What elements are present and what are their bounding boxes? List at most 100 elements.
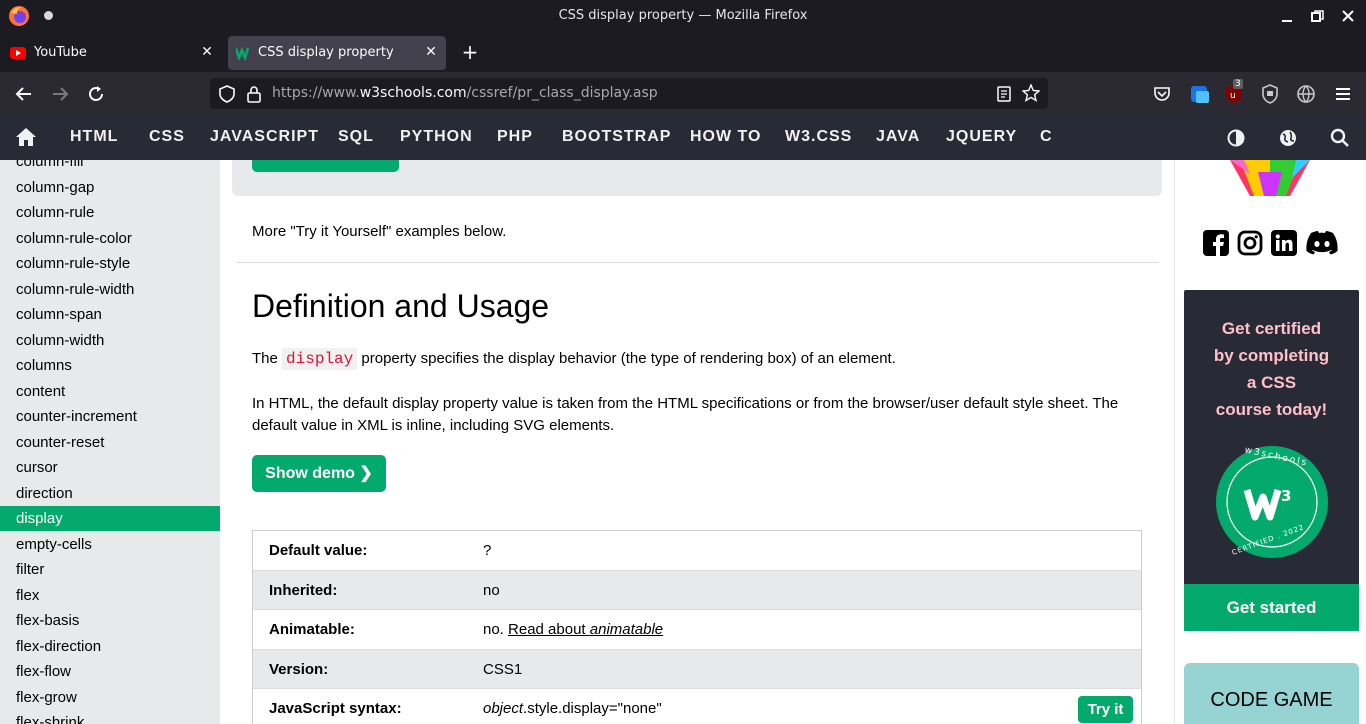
url-domain: w3schools.com [359,85,467,101]
table-key: JavaScript syntax: [269,700,402,717]
bookmark-star-icon[interactable] [1022,84,1040,102]
sidebar-item-column-gap[interactable]: column-gap [0,175,220,200]
sidebar-item-counter-increment[interactable]: counter-increment [0,404,220,429]
table-value: CSS1 [483,660,523,678]
sidebar-item-display[interactable]: display [0,506,220,531]
menu-icon[interactable] [1333,84,1353,104]
close-tab-icon[interactable]: ✕ [200,45,214,59]
sidebar-item-filter[interactable]: filter [0,557,220,582]
sidebar-item-column-rule-width[interactable]: column-rule-width [0,277,220,302]
cert-line: a CSS [1246,373,1297,392]
ublock-icon[interactable]: u 3 [1224,79,1244,104]
sidebar-item-column-rule[interactable]: column-rule [0,200,220,225]
sidebar-item-flex-shrink[interactable]: flex-shrink [0,710,220,724]
sidebar-item-flex[interactable]: flex [0,583,220,608]
pocket-icon[interactable] [1152,84,1172,104]
nav-javascript[interactable]: JAVASCRIPT [210,128,319,146]
privacy-badger-icon[interactable] [1260,84,1280,104]
sidebar-item-empty-cells[interactable]: empty-cells [0,532,220,557]
definition-paragraph: The display property specifies the displ… [252,348,896,370]
home-icon[interactable] [15,127,37,147]
globe-icon[interactable] [1279,129,1297,147]
new-tab-button[interactable]: + [460,42,480,62]
search-icon[interactable] [1330,128,1350,148]
nav-jquery[interactable]: JQUERY [946,128,1017,146]
right-panel: Get certified by completing a CSS course… [1174,160,1366,724]
instagram-icon[interactable] [1237,230,1263,256]
restore-icon[interactable] [1309,8,1325,24]
example-box [232,160,1162,196]
window-title: CSS display property — Mozilla Firefox [558,8,808,23]
table-key: Version: [269,660,329,678]
url-text[interactable]: https://www.w3schools.com/cssref/pr_clas… [272,85,658,101]
sidebar-item-column-rule-style[interactable]: column-rule-style [0,251,220,276]
nav-how-to[interactable]: HOW TO [690,128,761,146]
close-window-icon[interactable] [1340,8,1356,24]
nav-sql[interactable]: SQL [338,128,374,146]
close-tab-icon[interactable]: ✕ [424,45,438,59]
nav-bootstrap[interactable]: BOOTSTRAP [562,128,671,146]
translate-extension-icon[interactable] [1190,84,1210,104]
sidebar-item-flex-grow[interactable]: flex-grow [0,685,220,710]
window-titlebar: CSS display property — Mozilla Firefox [0,0,1366,32]
url-bar[interactable]: https://www.w3schools.com/cssref/pr_clas… [210,78,1048,109]
table-value: no. Read about animatable [483,621,663,638]
divider [236,262,1158,263]
js-object: object [483,700,524,717]
sidebar-item-flex-basis[interactable]: flex-basis [0,608,220,633]
globe-extension-icon[interactable] [1296,84,1316,104]
nav-python[interactable]: PYTHON [400,128,473,146]
forward-button[interactable] [50,84,70,104]
property-table: Default value: ? Inherited: no Animatabl… [252,530,1142,724]
nav-php[interactable]: PHP [497,128,533,146]
dark-mode-icon[interactable] [1227,129,1245,147]
tab-youtube[interactable]: YouTube ✕ [4,36,222,70]
lock-icon[interactable] [246,85,262,103]
back-button[interactable] [14,84,34,104]
sidebar-item-direction[interactable]: direction [0,481,220,506]
cert-line: by completing [1213,346,1330,365]
default-paragraph: In HTML, the default display property va… [252,395,1119,434]
sidebar-item-flex-direction[interactable]: flex-direction [0,634,220,659]
animatable-link[interactable]: Read about animatable [508,621,663,638]
nav-w3css[interactable]: W3.CSS [785,128,852,146]
sidebar-item-columns[interactable]: columns [0,353,220,378]
cert-line: course today! [1215,400,1328,419]
sidebar-item-counter-reset[interactable]: counter-reset [0,430,220,455]
nav-css[interactable]: CSS [149,128,185,146]
certification-ad[interactable]: Get certified by completing a CSS course… [1184,290,1359,631]
reader-view-icon[interactable] [996,85,1012,103]
try-it-button[interactable]: Try it [1078,696,1133,723]
url-path: /cssref/pr_class_display.asp [466,85,658,101]
color-picker-icon[interactable] [1230,160,1310,198]
sidebar-item-cursor[interactable]: cursor [0,455,220,480]
sidebar-item-column-rule-color[interactable]: column-rule-color [0,226,220,251]
svg-text:3: 3 [1281,487,1291,505]
nav-c[interactable]: C [1040,128,1053,146]
tab-css-display[interactable]: CSS display property ✕ [228,36,446,70]
sidebar-item-column-span[interactable]: column-span [0,302,220,327]
tab-label: CSS display property [258,45,394,60]
p1-text: The [252,350,283,367]
shield-icon[interactable] [218,85,236,103]
sidebar: column-fill column-gap column-rule colum… [0,160,220,724]
discord-icon[interactable] [1304,230,1340,256]
code-game-ad[interactable]: CODE GAME [1184,663,1359,724]
linkedin-icon[interactable] [1271,230,1297,256]
sidebar-item-column-width[interactable]: column-width [0,328,220,353]
facebook-icon[interactable] [1203,230,1229,256]
sidebar-item-column-fill[interactable]: column-fill [0,160,220,174]
reload-button[interactable] [86,84,106,104]
try-it-yourself-button[interactable] [252,160,399,172]
table-row: Inherited: no [253,570,1141,610]
js-rest: .style.display="none" [523,700,662,717]
table-row: Default value: ? [253,531,1141,571]
show-demo-button[interactable]: Show demo ❯ [252,455,386,492]
nav-html[interactable]: HTML [70,128,118,146]
minimize-icon[interactable] [1279,8,1295,24]
nav-java[interactable]: JAVA [876,128,920,146]
sidebar-item-flex-flow[interactable]: flex-flow [0,659,220,684]
tab-label: YouTube [34,45,87,60]
sidebar-item-content[interactable]: content [0,379,220,404]
get-started-button[interactable]: Get started [1184,584,1359,631]
